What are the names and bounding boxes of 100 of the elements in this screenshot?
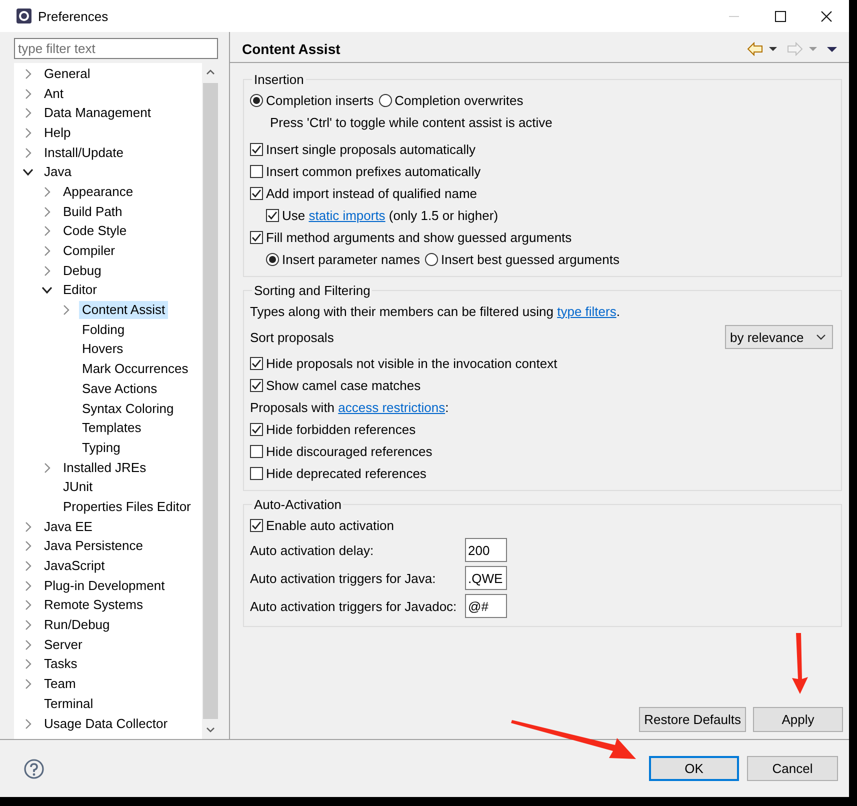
tree-item[interactable]: Plug-in Development (41, 576, 168, 595)
input-field[interactable]: 200 (465, 538, 507, 562)
link[interactable]: type filters (557, 304, 616, 318)
tree-item[interactable]: Usage Data Collector (41, 714, 171, 733)
checkbox[interactable] (250, 444, 263, 458)
tree-item[interactable]: Terminal (41, 694, 96, 713)
window-title: Preferences (38, 8, 110, 24)
checkbox[interactable] (250, 142, 263, 156)
tree-item[interactable]: Syntax Coloring (79, 400, 177, 418)
maximize-icon[interactable] (774, 10, 786, 22)
checkbox-label: Insert common prefixes automatically (266, 164, 481, 178)
tree-item[interactable]: Compiler (60, 242, 118, 260)
tree-item[interactable]: Java EE (41, 518, 96, 536)
tree-item[interactable]: Build Path (60, 202, 126, 221)
tree-item[interactable]: JUnit (60, 478, 96, 496)
tree-item[interactable]: Data Management (41, 104, 154, 122)
tree-item[interactable]: Remote Systems (41, 596, 146, 614)
tree-item[interactable]: Server (41, 636, 86, 654)
tree-item[interactable]: Folding (79, 320, 128, 339)
radio-label: Insert best guessed arguments (441, 252, 620, 266)
radio-button[interactable] (378, 94, 392, 106)
view-menu-icon[interactable] (827, 46, 837, 52)
tree-item[interactable]: Tasks (41, 655, 80, 674)
checkbox-label: Hide proposals not visible in the invocation context (266, 356, 558, 370)
link[interactable]: static imports (308, 208, 386, 222)
help-icon[interactable] (24, 758, 44, 778)
collapse-chevron-icon[interactable] (41, 284, 53, 296)
tree-item[interactable]: JavaScript (41, 557, 108, 576)
tree-item[interactable]: Editor (60, 281, 100, 300)
tree-item[interactable]: Templates (79, 419, 144, 438)
checkbox-label: Show camel case matches (266, 378, 421, 392)
checkbox[interactable] (250, 518, 263, 532)
group-title: Insertion (253, 72, 305, 87)
collapse-chevron-icon[interactable] (22, 166, 34, 178)
tree-item[interactable]: Java (41, 163, 74, 182)
tree-item[interactable]: Team (41, 675, 79, 694)
sort-dropdown[interactable]: by relevance (725, 325, 833, 349)
radio-button[interactable] (250, 94, 263, 106)
dropdown-caret-icon[interactable] (769, 47, 777, 51)
tree-item[interactable]: Appearance (60, 182, 136, 201)
checkbox-label: Insert single proposals automatically (266, 142, 476, 156)
page-title: Content Assist (242, 41, 342, 57)
checkbox-label: Hide forbidden references (266, 422, 416, 436)
checkbox[interactable] (250, 466, 263, 480)
tree-item[interactable]: Code Style (60, 222, 130, 240)
field-label: Sort proposals (250, 330, 334, 344)
checkbox[interactable] (250, 230, 263, 244)
radio-label: Completion overwrites (394, 92, 524, 108)
checkbox-label: Enable auto activation (266, 518, 394, 532)
tree-item[interactable]: Installed JREs (60, 458, 150, 477)
radio-button[interactable] (425, 252, 438, 266)
tree-item[interactable]: Properties Files Editor (60, 498, 194, 516)
ok-button[interactable]: OK (649, 756, 739, 781)
link[interactable]: access restrictions (338, 400, 446, 414)
tree-item[interactable]: Content Assist (79, 301, 168, 320)
checkbox[interactable] (250, 378, 263, 392)
checkbox-label: Use static imports (only 1.5 or higher) (282, 208, 498, 222)
checkbox[interactable] (266, 208, 279, 222)
tree-item[interactable]: Save Actions (79, 380, 160, 398)
scroll-down-icon[interactable] (206, 727, 214, 733)
hint-text: Press 'Ctrl' to toggle while content assist is active (270, 114, 552, 130)
field-label: Auto activation triggers for Java: (250, 570, 437, 586)
close-icon[interactable] (820, 10, 832, 22)
radio-label: Completion inserts (266, 92, 374, 108)
tree-item[interactable]: Hovers (79, 340, 126, 358)
input-field[interactable]: @# (465, 594, 507, 618)
checkbox[interactable] (250, 186, 263, 200)
restore-defaults-button[interactable]: Restore Defaults (639, 707, 746, 732)
field-label: Auto activation delay: (250, 542, 375, 558)
radio-button[interactable] (266, 252, 279, 266)
checkbox-label: Fill method arguments and show guessed arguments (266, 230, 572, 244)
field-label: Auto activation triggers for Javadoc: (250, 598, 458, 614)
back-arrow-icon[interactable] (747, 42, 763, 56)
apply-button[interactable]: Apply (753, 707, 843, 732)
radio-label: Insert parameter names (282, 252, 420, 266)
tree-item[interactable]: Java Persistence (41, 537, 146, 556)
checkbox-label: Hide discouraged references (266, 444, 432, 458)
tree-item[interactable]: Debug (60, 262, 104, 280)
chevron-down-icon (816, 334, 826, 340)
group-title: Auto-Activation (253, 497, 342, 512)
description-text: Types along with their members can be filtered using type filters. (250, 304, 620, 318)
filter-field[interactable]: type filter text (14, 38, 218, 59)
checkbox[interactable] (250, 164, 263, 178)
tree-item[interactable]: Typing (79, 438, 124, 457)
input-field[interactable]: .QWE (465, 566, 507, 590)
tree-item[interactable]: General (41, 64, 94, 83)
checkbox-label: Add import instead of qualified name (266, 186, 478, 200)
cancel-button[interactable]: Cancel (747, 756, 838, 781)
app-icon (16, 8, 32, 24)
tree-item[interactable]: Help (41, 124, 74, 142)
checkbox-label: Hide deprecated references (266, 466, 426, 480)
group-title: Sorting and Filtering (253, 283, 372, 298)
scroll-up-icon[interactable] (206, 69, 214, 75)
tree-item[interactable]: Install/Update (41, 144, 126, 162)
checkbox[interactable] (250, 356, 263, 370)
tree-item[interactable]: Run/Debug (41, 616, 113, 634)
tree-item[interactable]: Mark Occurrences (79, 360, 192, 378)
tree-item[interactable]: Ant (41, 84, 67, 103)
description-text: Proposals with access restrictions: (250, 400, 449, 414)
checkbox[interactable] (250, 422, 263, 436)
